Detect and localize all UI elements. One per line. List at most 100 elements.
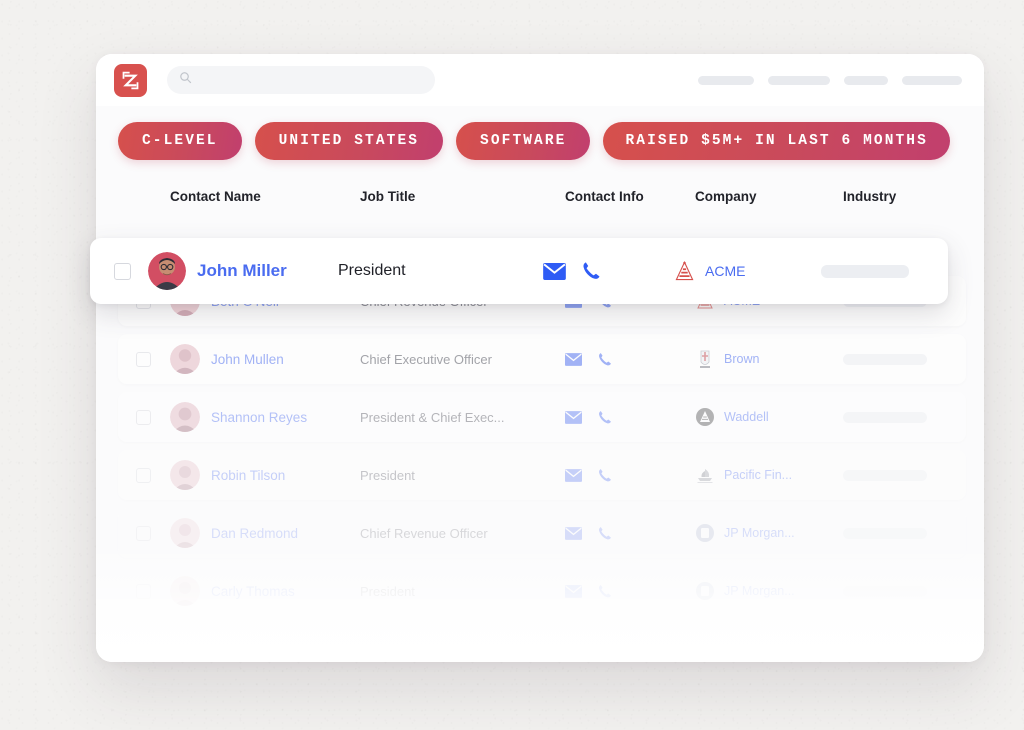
contact-name-link[interactable]: Dan Redmond bbox=[211, 526, 298, 541]
company-link[interactable]: Brown bbox=[724, 352, 759, 366]
industry-cell bbox=[843, 527, 963, 539]
company-link[interactable]: Pacific Fin... bbox=[724, 468, 792, 482]
row-checkbox-cell[interactable] bbox=[114, 262, 148, 280]
contact-name-link[interactable]: Shannon Reyes bbox=[211, 410, 307, 425]
company-cell[interactable]: JP Morgan... bbox=[695, 581, 843, 601]
contact-info-cell bbox=[565, 352, 695, 367]
email-icon[interactable] bbox=[543, 262, 566, 280]
industry-placeholder bbox=[843, 411, 927, 423]
featured-contact-row[interactable]: John Miller President ACME bbox=[90, 238, 948, 304]
row-checkbox-cell[interactable] bbox=[136, 583, 170, 599]
industry-placeholder bbox=[843, 469, 927, 481]
row-checkbox-cell[interactable] bbox=[136, 409, 170, 425]
acme-pyramid-logo-icon bbox=[673, 260, 696, 283]
phone-icon[interactable] bbox=[598, 410, 612, 425]
search-input[interactable] bbox=[200, 74, 410, 86]
job-title-cell: Chief Revenue Officer bbox=[360, 525, 488, 541]
contact-info-cell bbox=[565, 584, 695, 599]
company-cell[interactable]: ACME bbox=[673, 260, 821, 283]
table-header-row: Contact Name Job Title Contact Info Comp… bbox=[118, 174, 966, 218]
email-icon[interactable] bbox=[565, 352, 582, 366]
email-icon[interactable] bbox=[565, 526, 582, 540]
jpmorgan-circle-logo-icon bbox=[695, 523, 715, 543]
company-cell[interactable]: Pacific Fin... bbox=[695, 465, 843, 485]
job-title-cell: President bbox=[360, 583, 415, 599]
row-checkbox[interactable] bbox=[136, 467, 151, 483]
column-header-contact-name[interactable]: Contact Name bbox=[170, 189, 360, 204]
row-checkbox[interactable] bbox=[136, 525, 151, 541]
company-link[interactable]: Waddell bbox=[724, 410, 769, 424]
row-checkbox[interactable] bbox=[136, 583, 151, 599]
table-row[interactable]: John Mullen Chief Executive Officer Brow… bbox=[118, 334, 966, 384]
row-checkbox-cell[interactable] bbox=[136, 525, 170, 541]
contact-name-cell[interactable]: Dan Redmond bbox=[170, 518, 360, 548]
contact-name-link[interactable]: John Mullen bbox=[211, 352, 284, 367]
contact-name-link[interactable]: John Miller bbox=[197, 261, 287, 281]
nav-placeholder-2[interactable] bbox=[768, 75, 830, 85]
industry-placeholder bbox=[821, 264, 909, 278]
filter-chip-software[interactable]: SOFTWARE bbox=[456, 122, 591, 160]
row-checkbox[interactable] bbox=[114, 262, 131, 280]
industry-cell bbox=[821, 264, 941, 278]
industry-placeholder bbox=[843, 585, 927, 597]
phone-icon[interactable] bbox=[598, 584, 612, 599]
avatar bbox=[170, 460, 200, 490]
table-row[interactable]: Shannon Reyes President & Chief Exec... … bbox=[118, 392, 966, 442]
column-header-company[interactable]: Company bbox=[695, 189, 843, 204]
avatar bbox=[170, 518, 200, 548]
table-row[interactable]: Robin Tilson President Pacific Fin... bbox=[118, 450, 966, 500]
industry-placeholder bbox=[843, 527, 927, 539]
industry-cell bbox=[843, 353, 963, 365]
filter-chip-c-level[interactable]: C-LEVEL bbox=[118, 122, 242, 160]
contact-name-cell[interactable]: Robin Tilson bbox=[170, 460, 360, 490]
industry-cell bbox=[843, 469, 963, 481]
avatar bbox=[170, 576, 200, 606]
row-checkbox[interactable] bbox=[136, 351, 151, 367]
nav-placeholder-4[interactable] bbox=[902, 75, 962, 85]
company-cell[interactable]: Waddell bbox=[695, 407, 843, 427]
avatar bbox=[170, 344, 200, 374]
email-icon[interactable] bbox=[565, 468, 582, 482]
search-box[interactable] bbox=[167, 66, 435, 94]
job-title-cell: President bbox=[338, 262, 406, 279]
email-icon[interactable] bbox=[565, 410, 582, 424]
nav-placeholder-1[interactable] bbox=[698, 75, 754, 85]
column-header-job-title[interactable]: Job Title bbox=[360, 189, 565, 204]
contact-name-cell[interactable]: Carly Thomas bbox=[170, 576, 360, 606]
contact-name-cell[interactable]: Shannon Reyes bbox=[170, 402, 360, 432]
table-row[interactable]: Dan Redmond Chief Revenue Officer JP Mor… bbox=[118, 508, 966, 558]
row-checkbox[interactable] bbox=[136, 409, 151, 425]
phone-icon[interactable] bbox=[582, 261, 601, 281]
contact-name-link[interactable]: Robin Tilson bbox=[211, 468, 285, 483]
table-row[interactable]: Carly Thomas President JP Morgan... bbox=[118, 566, 966, 616]
filter-chip-raised-funding[interactable]: RAISED $5M+ IN LAST 6 MONTHS bbox=[603, 122, 950, 160]
contact-info-cell bbox=[565, 526, 695, 541]
company-cell[interactable]: Brown bbox=[695, 349, 843, 369]
row-checkbox-cell[interactable] bbox=[136, 351, 170, 367]
filter-chip-united-states[interactable]: UNITED STATES bbox=[254, 122, 444, 160]
contact-info-cell bbox=[543, 261, 673, 281]
job-title-cell: President bbox=[360, 467, 415, 483]
company-link[interactable]: ACME bbox=[705, 263, 745, 279]
row-checkbox-cell[interactable] bbox=[136, 467, 170, 483]
contact-name-link[interactable]: Carly Thomas bbox=[211, 584, 295, 599]
contact-name-cell[interactable]: John Mullen bbox=[170, 344, 360, 374]
nav-placeholder-3[interactable] bbox=[844, 75, 888, 85]
filter-chip-row: C-LEVEL UNITED STATES SOFTWARE RAISED $5… bbox=[96, 106, 984, 174]
top-navigation-bar bbox=[96, 54, 984, 106]
column-header-contact-info[interactable]: Contact Info bbox=[565, 189, 695, 204]
phone-icon[interactable] bbox=[598, 352, 612, 367]
phone-icon[interactable] bbox=[598, 526, 612, 541]
nav-placeholder-group bbox=[698, 75, 962, 85]
contact-name-cell[interactable]: John Miller bbox=[148, 252, 338, 290]
company-link[interactable]: JP Morgan... bbox=[724, 526, 795, 540]
waddell-circle-logo-icon bbox=[695, 407, 715, 427]
company-link[interactable]: JP Morgan... bbox=[724, 584, 795, 598]
column-header-industry[interactable]: Industry bbox=[843, 189, 963, 204]
industry-placeholder bbox=[843, 353, 927, 365]
email-icon[interactable] bbox=[565, 584, 582, 598]
job-title-cell: Chief Executive Officer bbox=[360, 351, 492, 367]
zoominfo-logo-icon[interactable] bbox=[114, 63, 147, 97]
company-cell[interactable]: JP Morgan... bbox=[695, 523, 843, 543]
phone-icon[interactable] bbox=[598, 468, 612, 483]
